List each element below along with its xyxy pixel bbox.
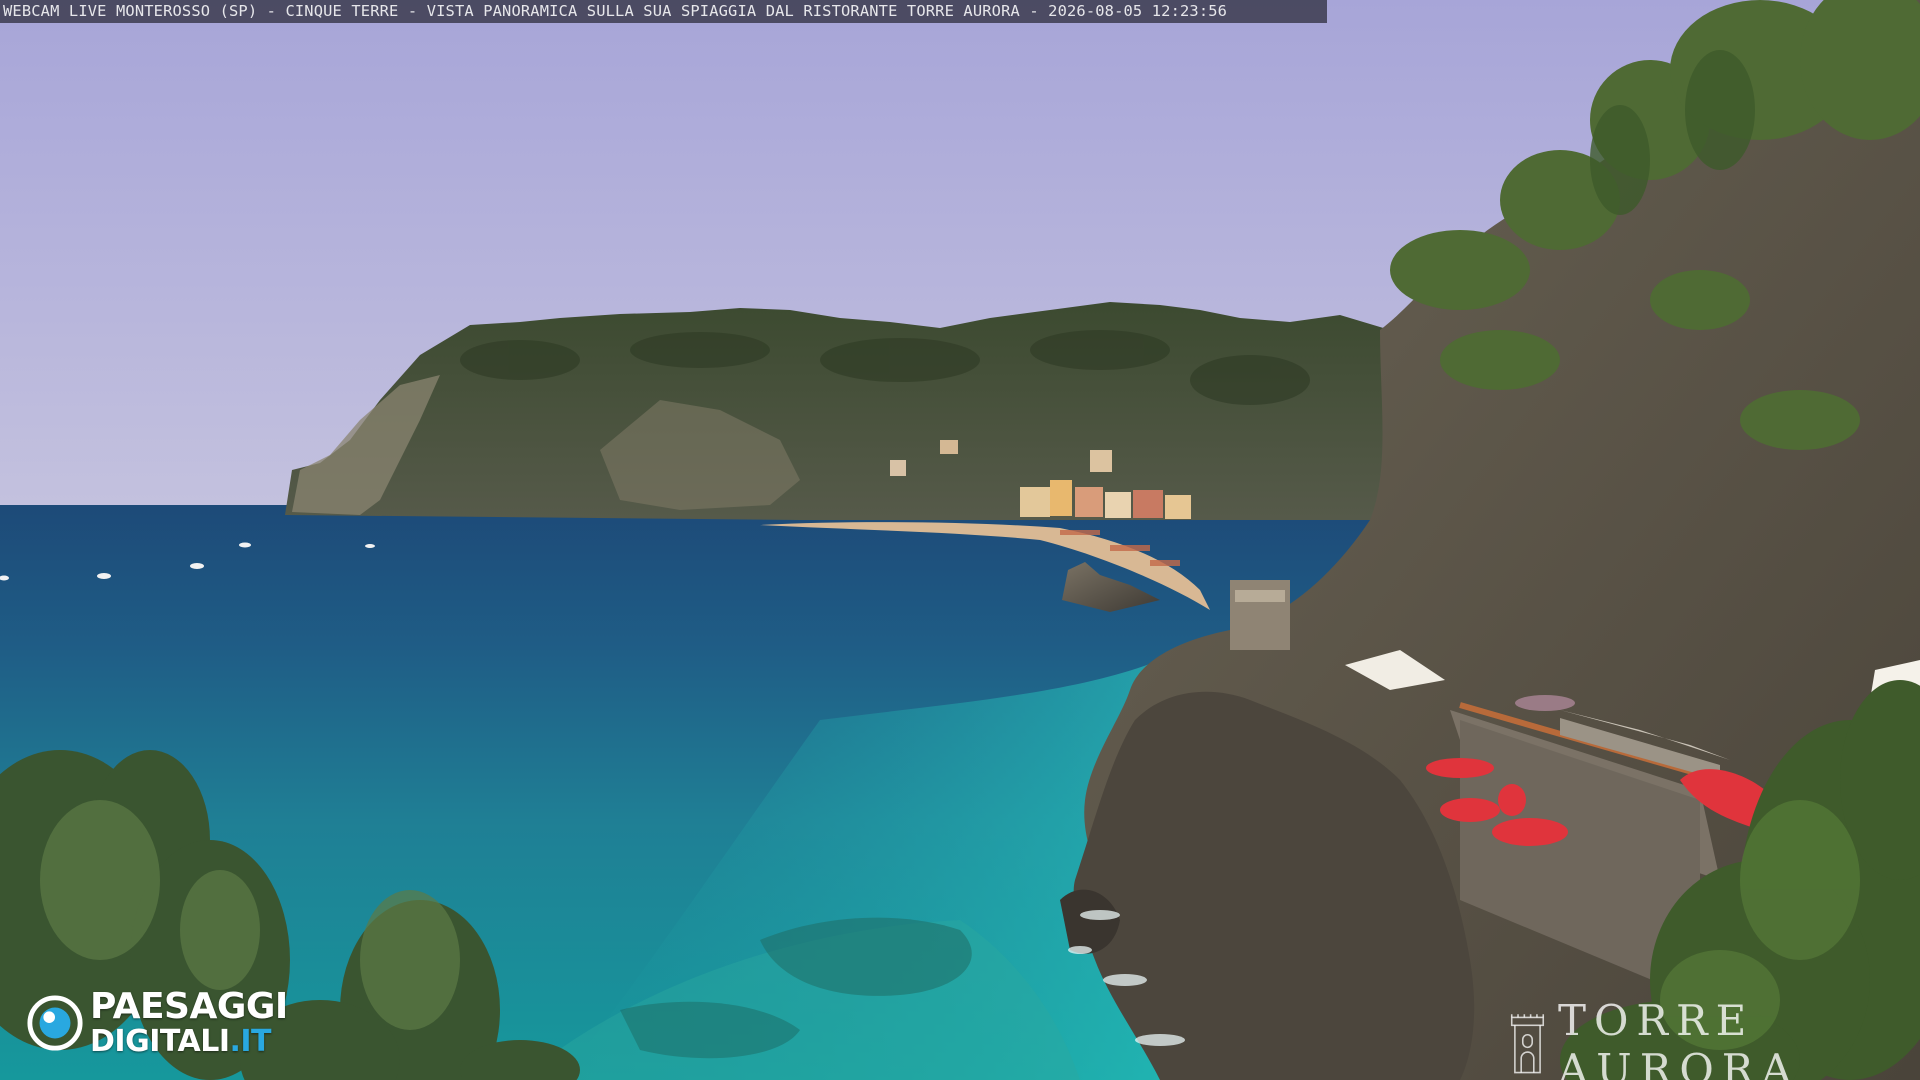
logo-line-2-main: DIGITALI: [90, 1024, 230, 1059]
torre-aurora-text: TORRE AURORA: [1557, 996, 1800, 1080]
logo-line-2: DIGITALI.IT: [90, 1027, 288, 1057]
logo-tld: .IT: [229, 1024, 272, 1059]
coastline-scene: [0, 0, 1920, 1080]
logo-wordmark: PAESAGGI DIGITALI.IT: [90, 989, 288, 1057]
camera-lens-icon: [27, 995, 83, 1051]
headland: [285, 302, 1420, 520]
webcam-caption-bar: WEBCAM LIVE MONTEROSSO (SP) - CINQUE TER…: [0, 0, 1327, 23]
webcam-caption: WEBCAM LIVE MONTEROSSO (SP) - CINQUE TER…: [3, 2, 1228, 20]
paesaggi-digitali-logo: PAESAGGI DIGITALI.IT: [26, 988, 288, 1058]
tower-outline-icon: [1510, 1014, 1545, 1074]
logo-line-1: PAESAGGI: [90, 986, 288, 1027]
webcam-frame: WEBCAM LIVE MONTEROSSO (SP) - CINQUE TER…: [0, 0, 1920, 1080]
torre-aurora-watermark: TORRE AURORA: [1507, 996, 1920, 1080]
